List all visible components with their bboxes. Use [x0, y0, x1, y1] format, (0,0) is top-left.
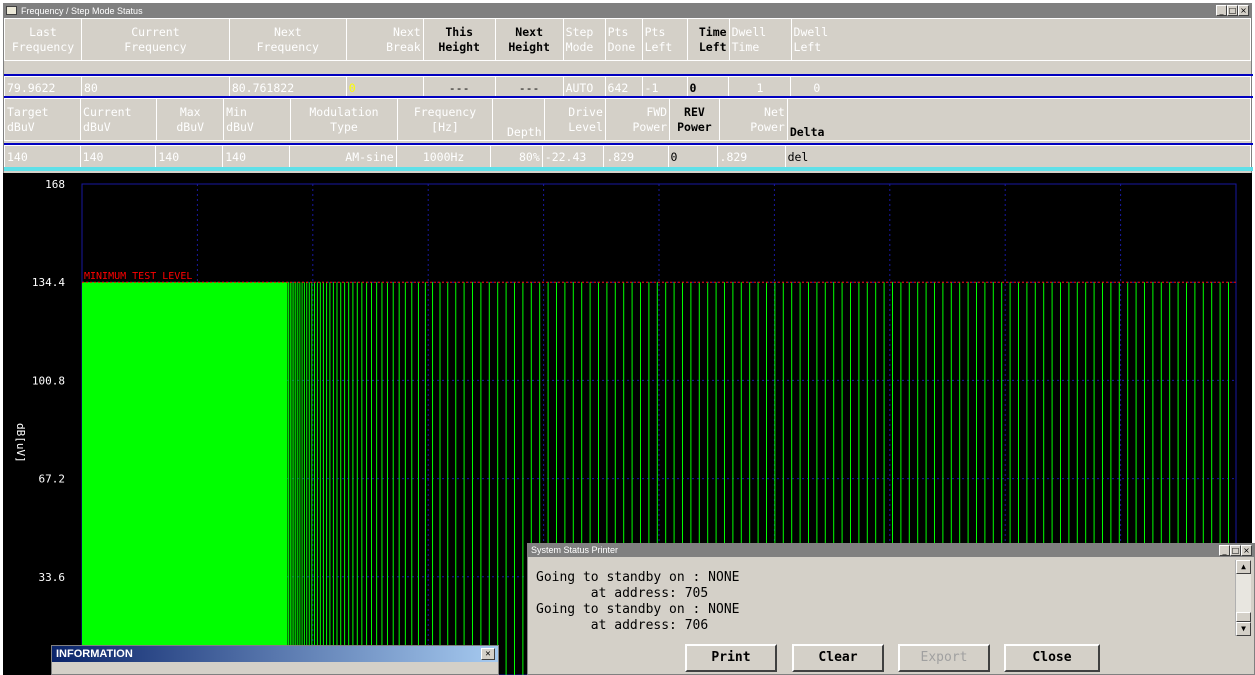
- hdr-min-dbuv: Min dBuV: [223, 98, 292, 141]
- hdr-pts-done: Pts Done: [604, 18, 643, 61]
- printer-minimize-button[interactable]: _: [1219, 545, 1230, 556]
- val-rev-power: 0: [667, 145, 718, 168]
- y-tick-label: 168: [45, 178, 65, 191]
- hdr-frequency-hz: Frequency [Hz]: [396, 98, 494, 141]
- information-close-icon[interactable]: ✕: [481, 648, 495, 660]
- printer-close-button[interactable]: ×: [1241, 545, 1252, 556]
- hdr-max-dbuv: Max dBuV: [156, 98, 225, 141]
- val-min-dbuv: 140: [222, 145, 291, 168]
- information-title: INFORMATION: [52, 646, 498, 662]
- export-button[interactable]: Export: [898, 644, 990, 672]
- hdr-fwd-power: FWD Power: [604, 98, 671, 141]
- separator-line-cyan: [4, 167, 1253, 171]
- val-modulation-type: AM-sine: [289, 145, 397, 168]
- clear-button[interactable]: Clear: [792, 644, 884, 672]
- hdr-this-height: This Height: [422, 18, 496, 61]
- status-table-1: Last Frequency Current Frequency Next Frequ…: [4, 18, 1252, 61]
- hdr-modulation-type: Modulation Type: [290, 98, 398, 141]
- status-table-2: Target dBuV Current dBuV Max dBuV Min dBuV M…: [3, 98, 1252, 141]
- information-window: INFORMATION ✕: [51, 645, 499, 675]
- y-axis-label: dB[uV]: [14, 423, 27, 463]
- print-button[interactable]: Print: [685, 644, 777, 672]
- y-tick-label: 134.4: [32, 276, 65, 289]
- hdr-drive-level: Drive Level: [543, 98, 606, 141]
- y-tick-label: 33.6: [39, 571, 66, 584]
- printer-title: System Status Printer: [531, 545, 619, 555]
- printer-window: System Status Printer _ □ × Going to sta…: [527, 543, 1255, 675]
- printer-maximize-button[interactable]: □: [1230, 545, 1241, 556]
- hdr-pts-left: Pts Left: [641, 18, 688, 61]
- maximize-button[interactable]: □: [1227, 5, 1238, 16]
- hdr-depth: Depth: [492, 98, 545, 141]
- hdr-target-dbuv: Target dBuV: [3, 98, 82, 141]
- val-max-dbuv: 140: [155, 145, 224, 168]
- printer-scrollbar[interactable]: ▲ ▼: [1235, 560, 1251, 636]
- printer-titlebar[interactable]: System Status Printer _ □ ×: [528, 544, 1254, 557]
- hdr-next-break: Next Break: [345, 18, 424, 61]
- val-frequency-hz: 1000Hz: [395, 145, 492, 168]
- val-delta: del: [784, 145, 1252, 168]
- hdr-step-mode: Step Mode: [562, 18, 606, 61]
- hdr-rev-power: REV Power: [669, 98, 720, 141]
- val-current-dbuv: 140: [79, 145, 157, 168]
- val-fwd-power: .829: [603, 145, 669, 168]
- window-title: Frequency / Step Mode Status: [21, 6, 143, 16]
- scroll-down-icon[interactable]: ▼: [1236, 622, 1251, 636]
- hdr-delta: Delta: [786, 98, 1252, 141]
- hdr-current-frequency: Current Frequency: [80, 18, 230, 61]
- status-window-titlebar[interactable]: Frequency / Step Mode Status _ □ ×: [4, 4, 1251, 18]
- hdr-dwell-left: Dwell Left: [790, 18, 1252, 61]
- val-drive-level: -22.43: [541, 145, 605, 168]
- window-icon: [6, 6, 17, 15]
- hdr-dwell-time: Dwell Time: [728, 18, 792, 61]
- hdr-current-dbuv: Current dBuV: [80, 98, 158, 141]
- hdr-net-power: Net Power: [718, 98, 788, 141]
- hdr-last-frequency: Last Frequency: [4, 18, 82, 61]
- val-net-power: .829: [716, 145, 786, 168]
- close-button[interactable]: Close: [1004, 644, 1100, 672]
- scroll-up-icon[interactable]: ▲: [1236, 560, 1251, 574]
- hdr-time-left: Time Left: [686, 18, 730, 61]
- bar-solid: [82, 282, 287, 675]
- status-values-2: 140 140 140 140 AM-sine 1000Hz 80% -22.4…: [4, 145, 1252, 168]
- scroll-thumb[interactable]: [1236, 612, 1251, 622]
- hdr-next-height: Next Height: [494, 18, 564, 61]
- printer-log: Going to standby on : NONE at address: 7…: [531, 566, 1238, 635]
- y-tick-label: 67.2: [39, 473, 66, 486]
- close-button[interactable]: ×: [1238, 5, 1249, 16]
- threshold-label: MINIMUM TEST LEVEL: [84, 271, 192, 282]
- hdr-next-frequency: Next Frequency: [228, 18, 347, 61]
- minimize-button[interactable]: _: [1216, 5, 1227, 16]
- y-tick-label: 100.8: [32, 374, 65, 387]
- val-target-dbuv: 140: [4, 145, 81, 168]
- val-depth: 80%: [490, 145, 543, 168]
